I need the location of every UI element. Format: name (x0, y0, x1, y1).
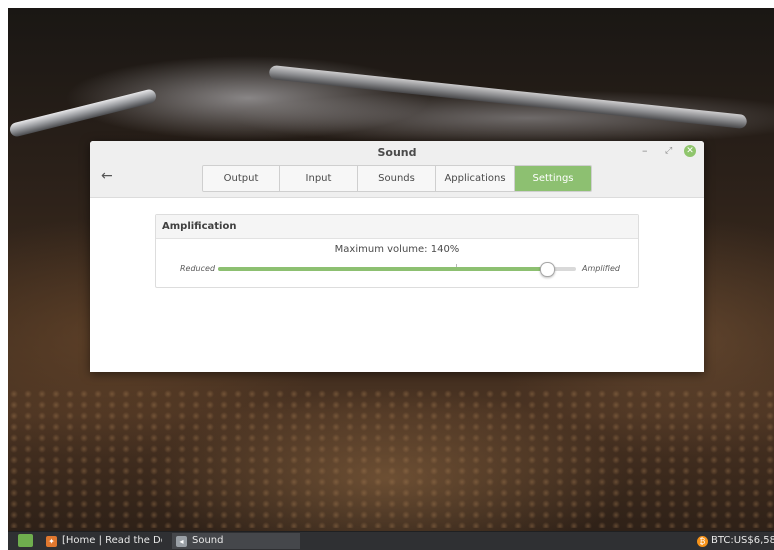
tab-sounds[interactable]: Sounds (358, 166, 436, 191)
tab-settings[interactable]: Settings (515, 166, 591, 191)
wallpaper-rod-2 (268, 64, 748, 130)
taskbar-item-firefox[interactable]: ✦ [Home | Read the Do... (42, 533, 168, 549)
wallpaper-rod-1 (8, 88, 158, 138)
tab-bar: Output Input Sounds Applications Setting… (202, 165, 592, 192)
taskbar: ✦ [Home | Read the Do... ◂ Sound ₿BTC:US… (8, 531, 774, 550)
tab-output[interactable]: Output (203, 166, 280, 191)
taskbar-item-label: [Home | Read the Do... (62, 535, 162, 546)
tab-input[interactable]: Input (280, 166, 358, 191)
sound-settings-icon: ◂ (176, 536, 187, 547)
slider-fill (218, 267, 548, 271)
firefox-icon: ✦ (46, 536, 57, 547)
window-titlebar[interactable]: Sound – ⤢ ✕ ← Output Input Sounds Applic… (90, 141, 704, 198)
maximum-volume-label: Maximum volume: 140% (334, 244, 460, 255)
slider-100-mark (456, 264, 458, 267)
amplification-slider[interactable] (218, 262, 576, 277)
settings-content: Amplification Maximum volume: 140% Reduc… (90, 197, 704, 372)
btc-price-applet[interactable]: ₿BTC:US$6,585 (697, 533, 774, 549)
slider-handle[interactable] (540, 262, 556, 277)
taskbar-item-label: Sound (192, 535, 224, 546)
back-arrow-icon[interactable]: ← (101, 168, 113, 184)
close-icon[interactable]: ✕ (684, 145, 696, 157)
window-title: Sound (377, 146, 417, 159)
menu-icon[interactable] (18, 534, 33, 547)
coffee-beans-texture (8, 388, 774, 528)
sound-settings-window: Sound – ⤢ ✕ ← Output Input Sounds Applic… (90, 141, 704, 372)
amplification-panel: Amplification Maximum volume: 140% Reduc… (155, 214, 639, 288)
maximize-icon[interactable]: ⤢ (665, 146, 672, 156)
taskbar-item-sound[interactable]: ◂ Sound (172, 533, 300, 549)
amplification-header: Amplification (156, 215, 638, 239)
bitcoin-icon: ₿ (697, 536, 708, 547)
tab-applications[interactable]: Applications (436, 166, 515, 191)
amplified-label: Amplified (582, 264, 620, 273)
reduced-label: Reduced (180, 264, 216, 273)
btc-price-text: BTC:US$6,585 (711, 535, 774, 546)
minimize-icon[interactable]: – (642, 144, 648, 157)
